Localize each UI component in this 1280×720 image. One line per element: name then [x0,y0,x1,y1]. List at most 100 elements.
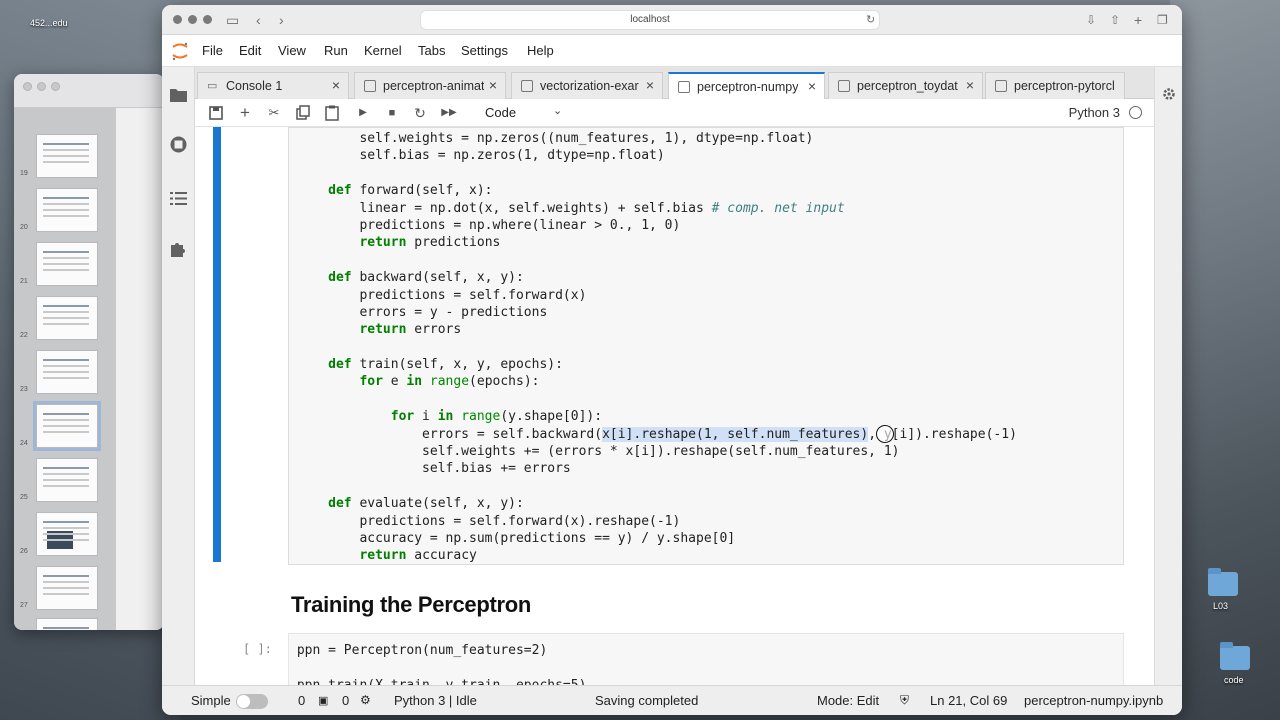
cut-icon[interactable]: ✂ [265,104,283,122]
code-line-8[interactable] [289,252,1017,269]
menu-file[interactable]: File [202,43,223,58]
pdf-viewer-window[interactable]: 19 20 21 22 23 24 25 26 27 [14,74,164,630]
code-line-22[interactable]: def evaluate(self, x, y): [289,495,1017,512]
pdf-page-thumbnail[interactable] [36,296,98,340]
kernel-name[interactable]: Python 3 [1069,105,1120,120]
menu-kernel[interactable]: Kernel [364,43,402,58]
kernels-count[interactable]: 0 [342,693,349,708]
code-content[interactable]: self.weights = np.zeros((num_features, 1… [289,130,1017,565]
pdf-viewer-titlebar[interactable] [14,74,164,108]
close-window-icon[interactable] [23,82,32,91]
code-line-18[interactable]: errors = self.backward(x[i].reshape(1, s… [289,426,1017,443]
maximize-window-icon[interactable] [51,82,60,91]
code-line-10[interactable]: predictions = self.forward(x) [289,287,1017,304]
code-cell-editor[interactable]: self.weights = np.zeros((num_features, 1… [288,127,1124,565]
pdf-page-thumbnail-selected[interactable] [33,401,101,451]
pdf-page-thumbnail[interactable] [36,134,98,178]
code-line-14[interactable]: def train(self, x, y, epochs): [289,356,1017,373]
tab-perceptron-toydat[interactable]: perceptron_toydat × [828,72,983,99]
address-bar[interactable]: localhost [420,10,880,30]
folder-icon[interactable] [169,85,188,104]
copy-icon[interactable] [294,104,312,122]
code-line-5[interactable]: linear = np.dot(x, self.weights) + self.… [289,200,1017,217]
interrupt-kernel-icon[interactable]: ■ [383,104,401,122]
pdf-page-thumbnail[interactable] [36,566,98,610]
reload-icon[interactable]: ↻ [866,11,875,29]
tab-perceptron-numpy[interactable]: perceptron-numpy × [668,72,825,100]
close-icon[interactable]: × [808,78,816,94]
menu-tabs[interactable]: Tabs [418,43,445,58]
close-icon[interactable]: × [646,77,654,93]
pdf-page-thumbnail[interactable] [36,512,98,556]
code-line-16[interactable] [289,391,1017,408]
folder-label-l03[interactable]: L03 [1213,601,1228,611]
code-line-24[interactable]: accuracy = np.sum(predictions == y) / y.… [289,530,1017,547]
next-cell-code-line-2[interactable] [289,659,586,676]
pdf-page-thumbnail[interactable] [36,458,98,502]
terminals-count[interactable]: 0 [298,693,305,708]
code-line-12[interactable]: return errors [289,321,1017,338]
code-line-13[interactable] [289,339,1017,356]
menu-settings[interactable]: Settings [461,43,508,58]
shield-icon[interactable]: ⛨ [900,693,909,708]
add-cell-icon[interactable]: + [236,104,254,122]
tab-perceptron-pytorcl[interactable]: perceptron-pytorcl [985,72,1125,99]
menu-view[interactable]: View [278,43,306,58]
terminal-icon[interactable]: ▣ [318,694,328,707]
close-window-icon[interactable] [173,15,182,24]
menu-help[interactable]: Help [527,43,554,58]
code-line-6[interactable]: predictions = np.where(linear > 0., 1, 0… [289,217,1017,234]
table-of-contents-icon[interactable] [169,189,188,208]
close-icon[interactable]: × [489,77,497,93]
back-icon[interactable]: ‹ [256,11,261,29]
menu-run[interactable]: Run [324,43,348,58]
next-cell-code-line-3[interactable]: ppn.train(X_train, y_train, epochs=5) [289,677,587,685]
maximize-window-icon[interactable] [203,15,212,24]
code-line-11[interactable]: errors = y - predictions [289,304,1017,321]
minimize-window-icon[interactable] [37,82,46,91]
running-kernels-icon[interactable] [169,135,188,154]
run-cell-icon[interactable]: ▶ [354,104,372,122]
pdf-page-thumbnail[interactable] [36,188,98,232]
notebook-panel[interactable]: self.weights = np.zeros((num_features, 1… [195,127,1154,685]
code-line-21[interactable] [289,478,1017,495]
code-cell-editor[interactable]: ppn = Perceptron(num_features=2) ppn.tra… [288,633,1124,685]
folder-label-code[interactable]: code [1224,675,1244,685]
browser-window[interactable]: ▭ ‹ › ◉ localhost ↻ ⇩ ⇧ + ❐ File Edit Vi… [162,5,1182,715]
pdf-page-thumbnail[interactable] [36,618,98,630]
pdf-page-area[interactable] [116,108,164,630]
restart-run-all-icon[interactable]: ▶▶ [440,104,458,122]
save-icon[interactable] [207,104,225,122]
tab-overview-icon[interactable]: ❐ [1157,11,1168,29]
sidebar-toggle-icon[interactable]: ▭ [226,11,239,29]
restart-kernel-icon[interactable]: ↻ [411,104,429,122]
download-icon[interactable]: ⇩ [1086,11,1096,29]
kernel-chip-icon[interactable]: ⚙ [360,693,371,707]
folder-icon[interactable] [1220,642,1250,670]
code-line-17[interactable]: for i in range(y.shape[0]): [289,408,1017,425]
minimize-window-icon[interactable] [188,15,197,24]
code-line-20[interactable]: self.bias += errors [289,460,1017,477]
code-line-9[interactable]: def backward(self, x, y): [289,269,1017,286]
code-line-15[interactable]: for e in range(epochs): [289,373,1017,390]
paste-icon[interactable] [323,104,341,122]
new-tab-icon[interactable]: + [1134,11,1142,29]
code-line-4[interactable]: def forward(self, x): [289,182,1017,199]
cell-type-select[interactable]: Code [485,105,516,120]
close-icon[interactable]: × [332,77,340,93]
simple-mode-toggle[interactable] [236,694,268,709]
code-line-7[interactable]: return predictions [289,234,1017,251]
next-cell-code-line-1[interactable]: ppn = Perceptron(num_features=2) [289,642,586,659]
code-content[interactable]: ppn = Perceptron(num_features=2) ppn.tra… [289,642,587,685]
pdf-page-thumbnail[interactable] [36,350,98,394]
editor-mode[interactable]: Mode: Edit [817,693,879,708]
tab-console-1[interactable]: ▭ Console 1 × [197,72,349,99]
kernel-status[interactable]: Python 3 | Idle [394,693,477,708]
code-line-3[interactable] [289,165,1017,182]
close-icon[interactable]: × [966,77,974,93]
code-line-19[interactable]: self.weights += (errors * x[i]).reshape(… [289,443,1017,460]
tab-vectorization-exar[interactable]: vectorization-exar × [511,72,663,99]
code-line-25[interactable]: return accuracy [289,547,1017,564]
pdf-thumbnail-sidebar[interactable]: 19 20 21 22 23 24 25 26 27 [14,108,116,630]
code-line-2[interactable]: self.bias = np.zeros(1, dtype=np.float) [289,147,1017,164]
